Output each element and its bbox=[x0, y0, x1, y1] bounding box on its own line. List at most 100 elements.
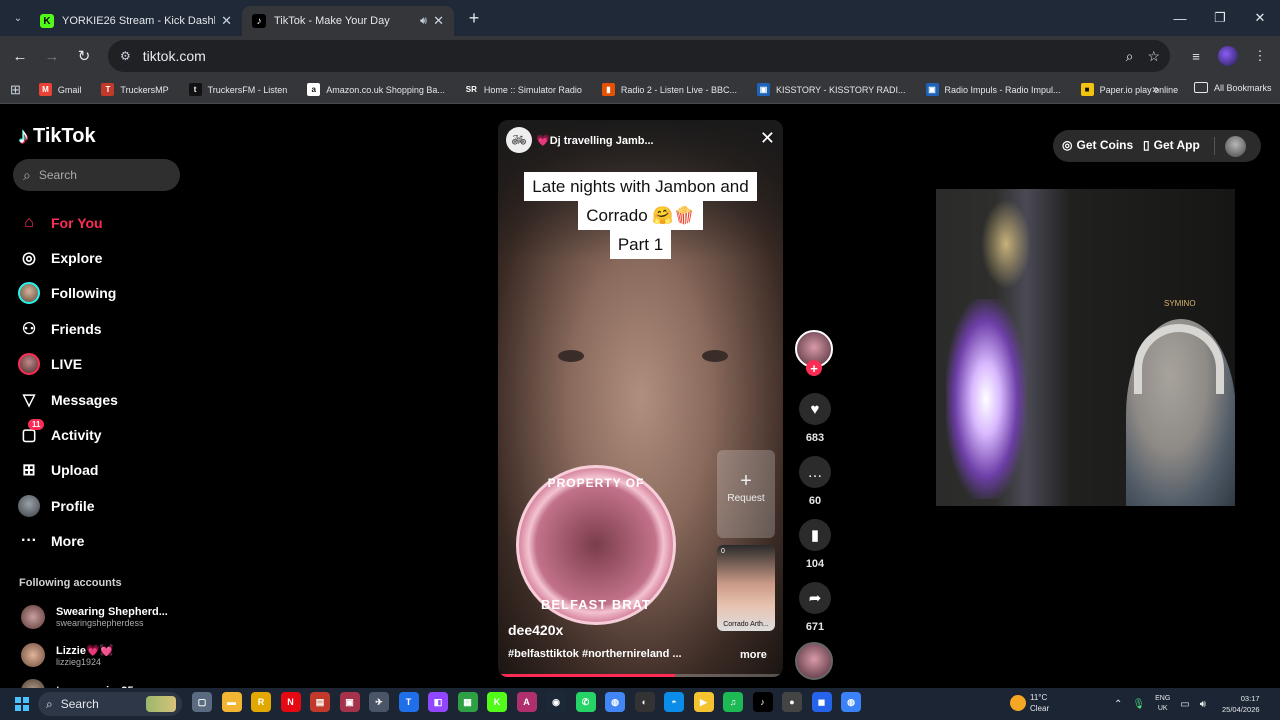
minimize-icon[interactable]: — bbox=[1160, 0, 1200, 36]
sidebar-item-for-you[interactable]: ⌂ For You bbox=[18, 205, 188, 240]
sidebar-item-messages[interactable]: ▽ Messages bbox=[18, 382, 188, 417]
chevron-up-icon[interactable]: ⌃ bbox=[1114, 699, 1122, 710]
taskbar-app-edge[interactable]: ◓ bbox=[664, 692, 684, 712]
taskbar-app-app-r[interactable]: R bbox=[251, 692, 271, 712]
bookmark-item[interactable]: M Gmail bbox=[38, 83, 81, 96]
taskbar-app-task-view[interactable]: ▢ bbox=[192, 692, 212, 712]
bookmark-item[interactable]: ▣ KISSTORY - KISSTORY RADI... bbox=[756, 83, 906, 96]
video-player[interactable]: 🚲︎ 💗Dj travelling Jamb... ✕ Late nights … bbox=[498, 120, 783, 677]
follow-plus-icon[interactable]: + bbox=[806, 360, 822, 376]
url-text[interactable]: tiktok.com bbox=[143, 48, 206, 64]
taskbar-search[interactable]: ⌕ Search bbox=[38, 692, 182, 716]
taskbar-app-whatsapp[interactable]: ✆ bbox=[575, 692, 596, 712]
menu-kebab-icon[interactable]: ⋮ bbox=[1248, 44, 1272, 68]
guest-thumbnail[interactable]: 0 Corrado Arth... bbox=[717, 545, 775, 631]
more-bookmarks-icon[interactable]: » bbox=[1152, 82, 1159, 96]
comment-button[interactable]: … 60 bbox=[795, 456, 835, 507]
get-app-button[interactable]: ▯ Get App bbox=[1143, 138, 1200, 152]
get-coins-button[interactable]: ◎ Get Coins bbox=[1062, 138, 1133, 152]
close-video-icon[interactable]: ✕ bbox=[760, 128, 775, 149]
tiktok-page: ♪ TikTok ⌕ ⌂ For You ◎ Explore Following ⚇ Fri… bbox=[0, 105, 1280, 703]
zoom-icon[interactable]: ⌕ bbox=[1126, 48, 1134, 65]
following-account[interactable]: Swearing Shepherd... swearingshepherdess bbox=[21, 605, 168, 629]
sidebar-item-profile[interactable]: Profile bbox=[18, 488, 188, 523]
close-tab-icon[interactable]: ✕ bbox=[433, 13, 444, 29]
bookmark-item[interactable]: a Amazon.co.uk Shopping Ba... bbox=[307, 83, 445, 96]
new-tab-button[interactable]: + bbox=[460, 4, 488, 32]
like-button[interactable]: ♥ 683 bbox=[795, 393, 835, 444]
video-username[interactable]: dee420x bbox=[508, 622, 563, 638]
taskbar-app-netflix[interactable]: N bbox=[280, 692, 301, 712]
bookmark-item[interactable]: t TruckersFM - Listen bbox=[188, 83, 287, 96]
taskbar-app-chrome[interactable]: ◍ bbox=[605, 692, 625, 712]
volume-icon[interactable]: 🔊︎ bbox=[1200, 699, 1206, 710]
taskbar-clock[interactable]: 03:17 25/04/2026 bbox=[1222, 693, 1260, 715]
bookmark-item[interactable]: SR Home :: Simulator Radio bbox=[464, 83, 582, 96]
all-bookmarks-button[interactable]: All Bookmarks bbox=[1194, 82, 1272, 93]
search-input[interactable] bbox=[38, 168, 159, 182]
taskbar-app-app-a[interactable]: A bbox=[516, 692, 537, 712]
taskbar-app-app-red[interactable]: ▤ bbox=[310, 692, 330, 712]
forward-arrow-icon[interactable]: → bbox=[36, 40, 68, 72]
tab-kick-dashboard[interactable]: K YORKIE26 Stream - Kick Dashboard ✕ bbox=[30, 6, 242, 36]
speaker-icon[interactable]: 🔊︎ bbox=[420, 15, 427, 28]
start-button[interactable] bbox=[8, 690, 36, 718]
taskbar-app-file-explorer[interactable]: ▬ bbox=[221, 692, 242, 712]
taskbar-app-app-chrome-alt[interactable]: ◍ bbox=[841, 692, 861, 712]
taskbar-app-trello[interactable]: T bbox=[398, 692, 419, 712]
request-button[interactable]: + Request bbox=[717, 450, 775, 538]
taskbar-app-twitch[interactable]: ◧ bbox=[428, 692, 448, 712]
taskbar-app-app-record[interactable]: ● bbox=[782, 692, 802, 712]
taskbar-app-app-dark[interactable]: ◐ bbox=[634, 692, 655, 712]
reload-icon[interactable]: ↻ bbox=[68, 40, 100, 72]
taskbar-app-steam[interactable]: ◉ bbox=[546, 692, 566, 712]
tab-search-icon[interactable]: ⌄ bbox=[6, 6, 30, 30]
media-controls-icon[interactable]: ≡ bbox=[1184, 44, 1208, 68]
microphone-icon[interactable]: 🎙︎ bbox=[1132, 699, 1145, 710]
sidebar-item-live[interactable]: LIVE bbox=[18, 347, 188, 382]
video-progress-bar[interactable] bbox=[498, 674, 783, 677]
user-avatar[interactable] bbox=[1225, 136, 1246, 157]
restore-icon[interactable]: ❐ bbox=[1200, 0, 1240, 36]
back-arrow-icon[interactable]: ← bbox=[4, 40, 36, 72]
sidebar-item-label: Following bbox=[51, 285, 117, 302]
sidebar-item-more[interactable]: ··· More bbox=[18, 524, 188, 559]
taskbar-app-tiktok[interactable]: ♪ bbox=[752, 692, 773, 712]
language-indicator[interactable]: ENG UK bbox=[1155, 694, 1170, 714]
sound-disc-icon[interactable] bbox=[795, 642, 833, 680]
video-creator[interactable]: 🚲︎ 💗Dj travelling Jamb... bbox=[506, 127, 654, 153]
tiktok-logo[interactable]: ♪ TikTok bbox=[18, 123, 96, 149]
apps-grid-icon[interactable]: ⊞ bbox=[10, 82, 21, 98]
close-window-icon[interactable]: ✕ bbox=[1240, 0, 1280, 36]
omnibox[interactable]: ⚙ tiktok.com ⌕ ☆ bbox=[108, 40, 1170, 72]
network-icon[interactable]: ▭ bbox=[1180, 699, 1189, 710]
taskbar-app-app-square[interactable]: ▣ bbox=[339, 692, 360, 712]
search-box[interactable]: ⌕ bbox=[13, 159, 180, 191]
profile-avatar-icon[interactable] bbox=[1218, 46, 1238, 66]
sidebar-item-friends[interactable]: ⚇ Friends bbox=[18, 311, 188, 346]
taskbar-app-kick[interactable]: K bbox=[487, 692, 507, 712]
sidebar-item-upload[interactable]: ⊞ Upload bbox=[18, 453, 188, 488]
share-button[interactable]: ➦ 671 bbox=[795, 582, 835, 633]
taskbar-app-app-green[interactable]: ▦ bbox=[457, 692, 478, 712]
site-info-icon[interactable]: ⚙ bbox=[120, 49, 131, 63]
bookmark-star-icon[interactable]: ☆ bbox=[1147, 48, 1160, 65]
sidebar-item-explore[interactable]: ◎ Explore bbox=[18, 240, 188, 275]
taskbar-app-spotify[interactable]: ♫ bbox=[723, 692, 743, 712]
bookmark-item[interactable]: ■ Paper.io play online bbox=[1080, 83, 1178, 96]
bookmark-item[interactable]: ▮ Radio 2 - Listen Live - BBC... bbox=[601, 83, 737, 96]
tab-tiktok[interactable]: ♪ TikTok - Make Your Day 🔊︎ ✕ bbox=[242, 6, 454, 36]
close-tab-icon[interactable]: ✕ bbox=[221, 13, 232, 29]
taskbar-app-app-yellow[interactable]: ▶ bbox=[693, 692, 714, 712]
taskbar-app-app-car[interactable]: ✈ bbox=[369, 692, 389, 712]
video-hashtags[interactable]: #belfasttiktok #northernireland ... bbox=[508, 648, 682, 660]
following-account[interactable]: Lizzie💗💓 lizzieg1924 bbox=[21, 643, 113, 667]
taskbar-app-app-blue[interactable]: ◼ bbox=[811, 692, 832, 712]
bookmark-item[interactable]: T TruckersMP bbox=[101, 83, 169, 96]
more-link[interactable]: more bbox=[740, 649, 767, 661]
sidebar-item-following[interactable]: Following bbox=[18, 276, 188, 311]
bookmark-item[interactable]: ▣ Radio Impuls - Radio Impul... bbox=[925, 83, 1061, 96]
weather-widget[interactable]: 11°C Clear bbox=[1010, 692, 1049, 714]
sidebar-item-activity[interactable]: ▢ 11 Activity bbox=[18, 417, 188, 452]
save-button[interactable]: ▮ 104 bbox=[795, 519, 835, 570]
